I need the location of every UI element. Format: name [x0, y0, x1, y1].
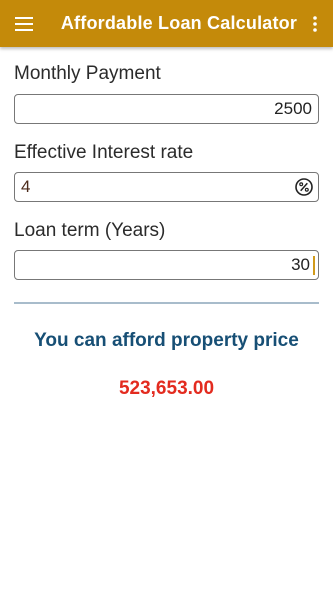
text-cursor	[313, 256, 315, 275]
monthly-payment-field[interactable]	[14, 94, 319, 124]
loan-term-field[interactable]	[14, 250, 319, 280]
monthly-payment-label: Monthly Payment	[14, 63, 161, 84]
percent-icon	[295, 178, 313, 196]
interest-rate-input[interactable]	[15, 173, 318, 201]
app-title: Affordable Loan Calculator	[60, 13, 298, 33]
app-bar: Affordable Loan Calculator	[0, 0, 333, 47]
loan-term-label: Loan term (Years)	[14, 220, 166, 241]
more-vert-icon	[313, 15, 317, 32]
hamburger-menu-icon	[14, 16, 33, 31]
interest-rate-label: Effective Interest rate	[14, 142, 194, 163]
overflow-menu-button[interactable]	[297, 0, 333, 47]
menu-button[interactable]	[0, 0, 48, 47]
monthly-payment-input[interactable]	[15, 95, 318, 123]
result-value: 523,653.00	[118, 378, 215, 399]
interest-rate-field[interactable]	[14, 172, 319, 202]
divider	[14, 302, 319, 304]
result-label: You can afford property price	[34, 330, 299, 351]
loan-term-input[interactable]	[15, 251, 318, 279]
